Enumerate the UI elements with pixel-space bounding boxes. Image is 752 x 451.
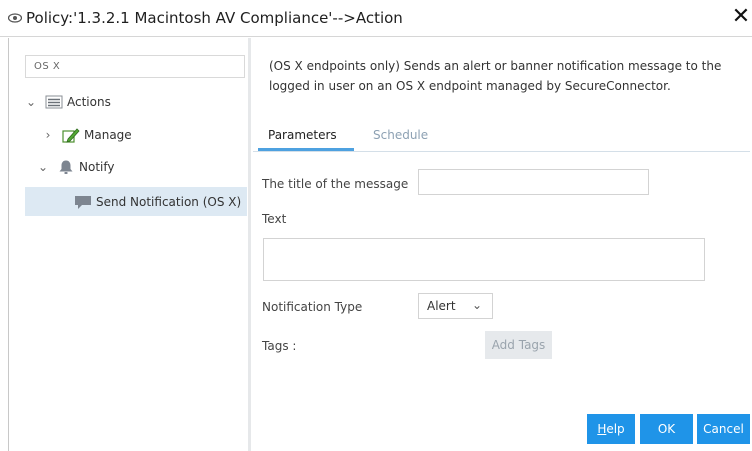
tree-item-notify[interactable]: ⌄ Notify bbox=[37, 155, 114, 179]
tree-item-send-notification[interactable]: Send Notification (OS X) bbox=[74, 190, 241, 214]
chevron-right-icon[interactable]: › bbox=[42, 128, 54, 142]
chevron-down-icon[interactable]: ⌄ bbox=[25, 95, 37, 109]
action-description: (OS X endpoints only) Sends an alert or … bbox=[269, 59, 722, 93]
list-icon bbox=[45, 94, 63, 110]
help-button-label: Help bbox=[597, 422, 625, 436]
bell-icon bbox=[57, 159, 75, 175]
help-button[interactable]: Help bbox=[587, 414, 635, 444]
text-label: Text bbox=[262, 212, 287, 226]
cancel-button[interactable]: Cancel bbox=[697, 414, 750, 444]
tree-item-actions[interactable]: ⌄ Actions bbox=[25, 90, 111, 114]
close-icon[interactable]: ✕ bbox=[731, 4, 751, 30]
tab-schedule[interactable]: Schedule bbox=[373, 128, 428, 142]
window-titlebar: Policy:'1.3.2.1 Macintosh AV Compliance'… bbox=[0, 0, 752, 37]
chevron-down-icon[interactable]: ⌄ bbox=[37, 160, 49, 174]
active-tab-indicator bbox=[258, 148, 354, 151]
notification-type-label: Notification Type bbox=[262, 300, 363, 314]
notification-type-value: Alert bbox=[427, 299, 456, 313]
tree-item-label: Send Notification (OS X) bbox=[96, 195, 242, 209]
pane-splitter[interactable] bbox=[248, 38, 251, 451]
ok-button[interactable]: OK bbox=[640, 414, 693, 444]
tree-item-label: Manage bbox=[84, 128, 132, 142]
tree-item-manage[interactable]: › Manage bbox=[42, 123, 132, 147]
tree-item-label: Actions bbox=[67, 95, 111, 109]
manage-pencil-icon bbox=[62, 127, 80, 143]
notification-type-select[interactable]: Alert ⌄ bbox=[418, 293, 493, 319]
left-border bbox=[8, 38, 9, 451]
eye-icon bbox=[8, 13, 22, 23]
message-title-input[interactable] bbox=[418, 169, 649, 195]
text-textarea[interactable] bbox=[263, 238, 705, 281]
add-tags-button[interactable]: Add Tags bbox=[485, 331, 552, 359]
chevron-down-icon: ⌄ bbox=[471, 298, 482, 312]
tab-bar: Parameters Schedule bbox=[253, 124, 750, 152]
search-input[interactable]: OS X bbox=[25, 55, 245, 78]
tree-item-label: Notify bbox=[79, 160, 115, 174]
tags-label: Tags : bbox=[262, 339, 297, 353]
message-title-label: The title of the message bbox=[262, 177, 409, 191]
window-title: Policy:'1.3.2.1 Macintosh AV Compliance'… bbox=[26, 9, 403, 27]
message-icon bbox=[74, 194, 92, 210]
tab-parameters[interactable]: Parameters bbox=[268, 128, 337, 142]
